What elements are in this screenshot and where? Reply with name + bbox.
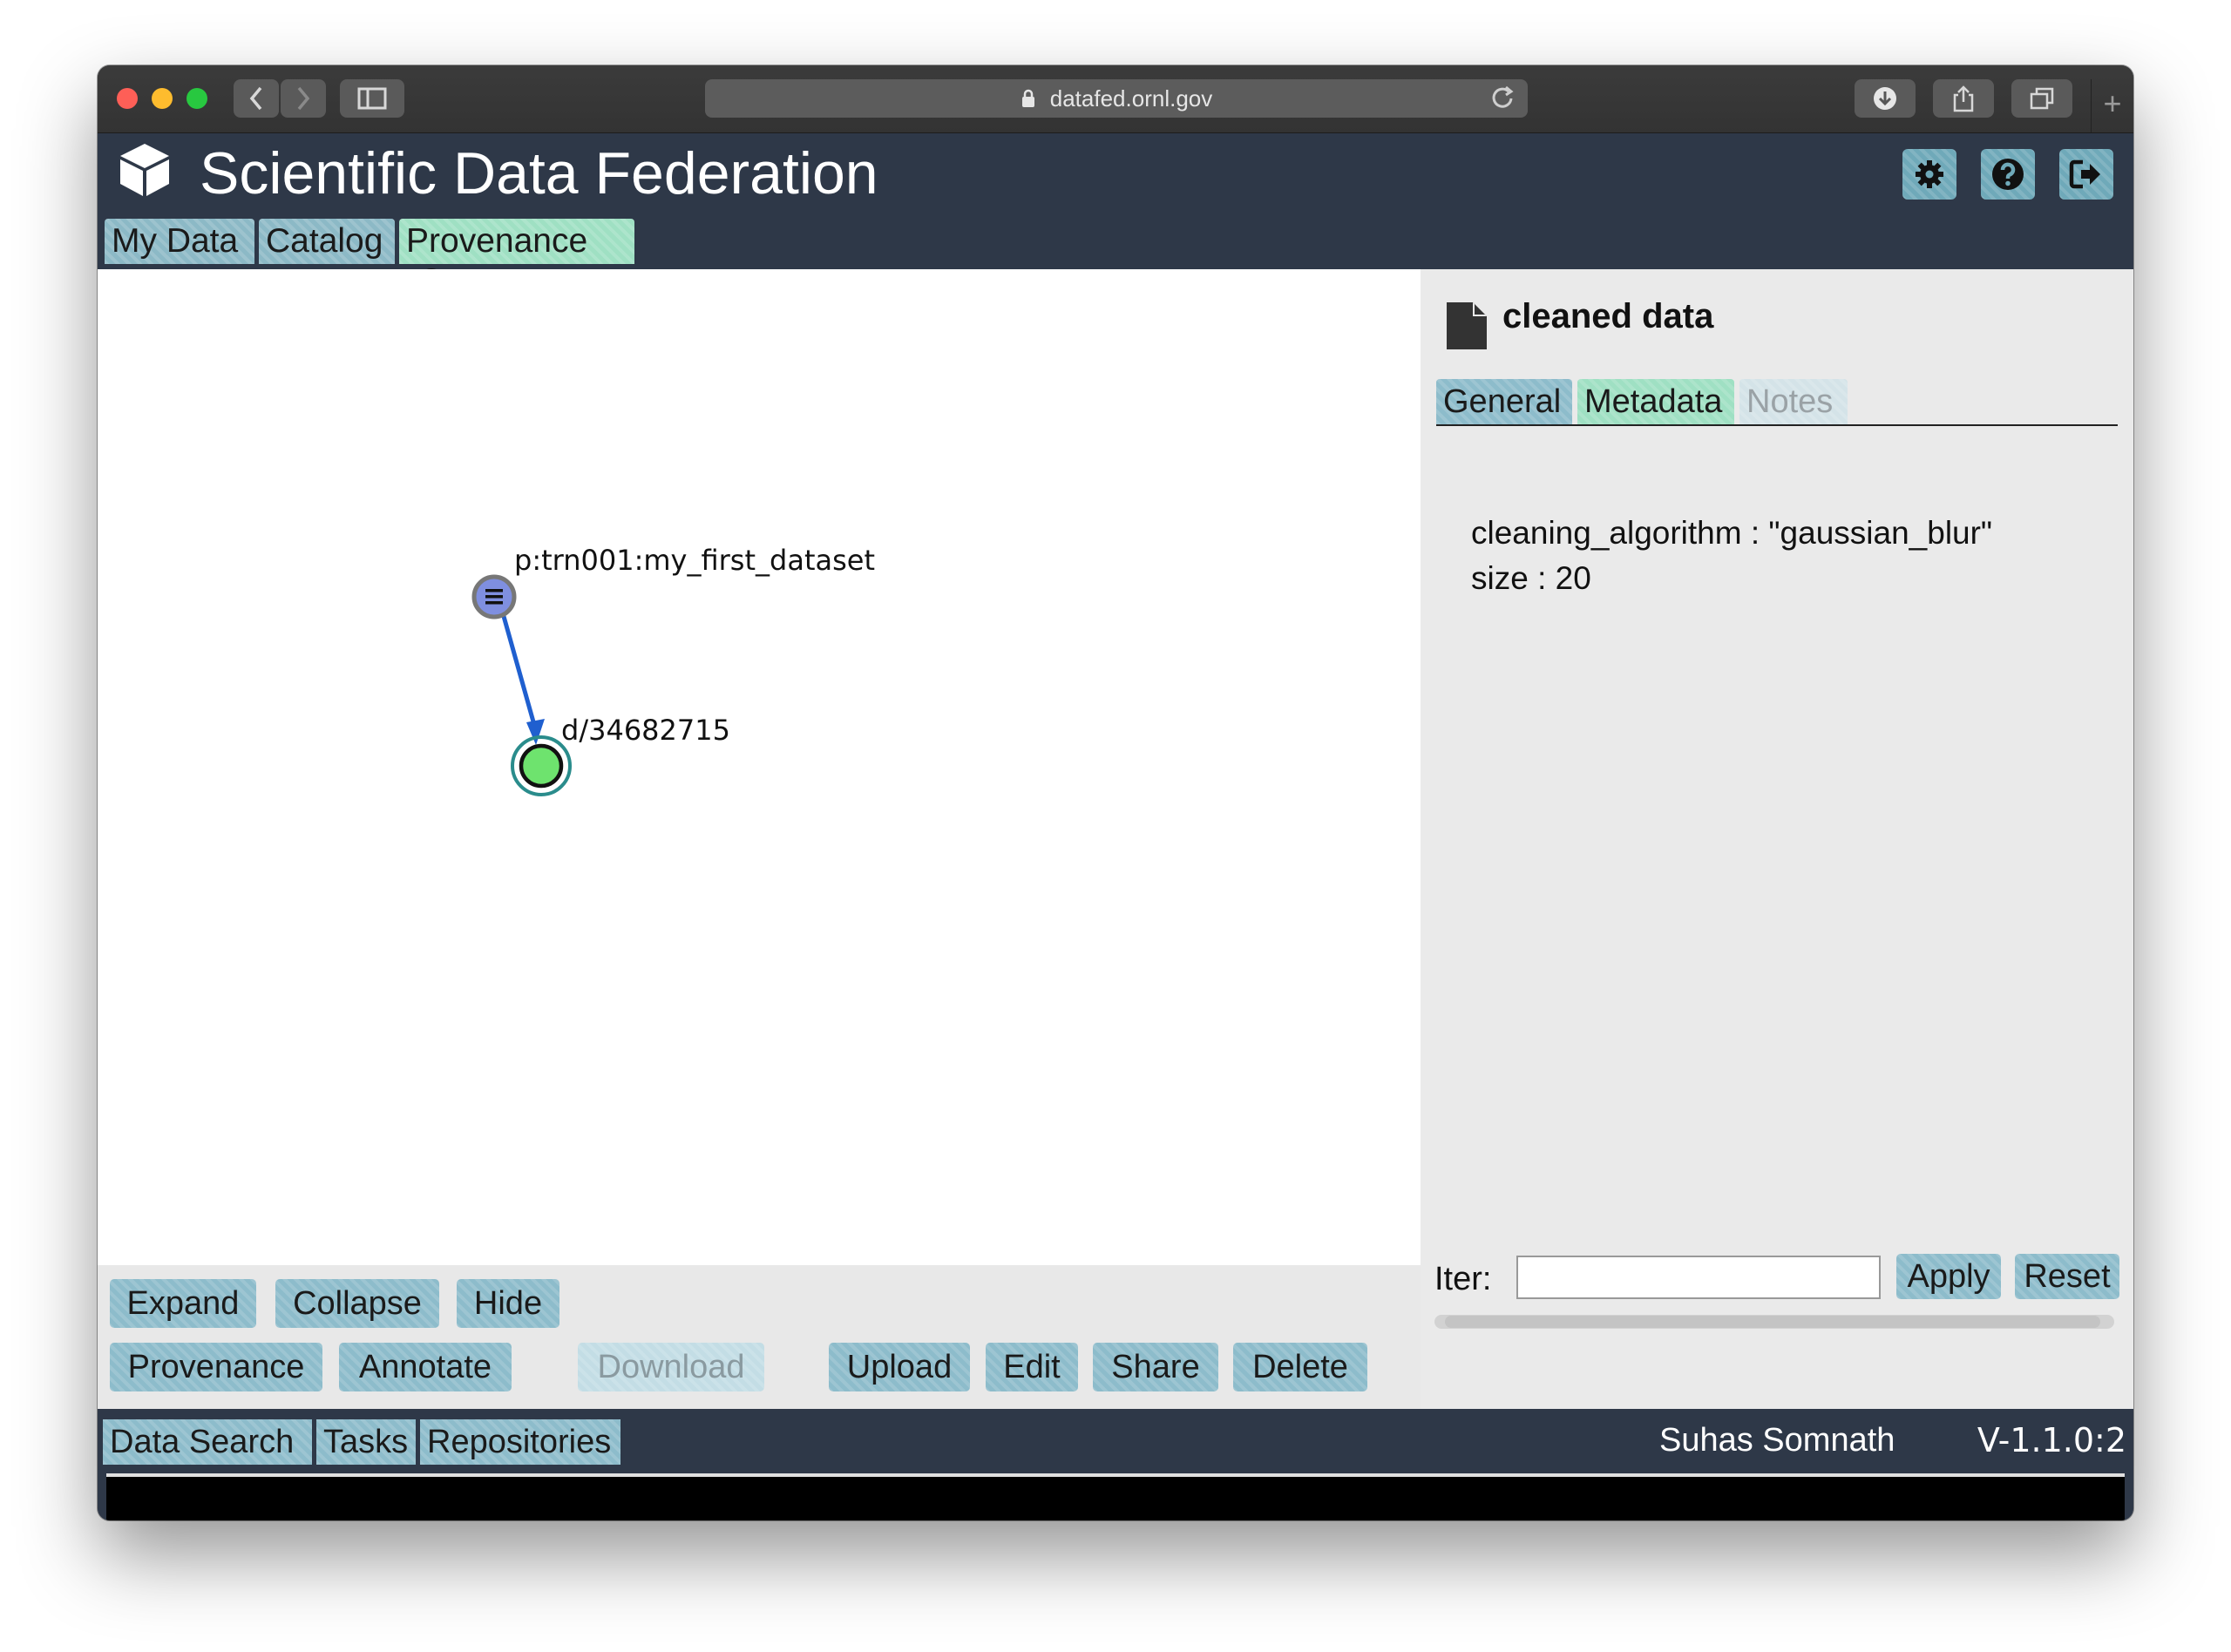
document-icon [1447,302,1487,349]
graph-canvas[interactable] [98,269,1421,1265]
lock-icon [1021,89,1034,107]
graph-node-collection[interactable] [471,574,517,620]
tab-label: Catalog [266,222,383,260]
graph-toolbar: Expand Collapse Hide Provenance Annotate… [98,1265,1421,1409]
record-title: cleaned data [1502,297,1714,335]
metadata-line: size : 20 [1471,560,1591,596]
tab-general[interactable]: General [1436,379,1572,424]
tab-label: My Data [112,222,239,260]
collapse-button[interactable]: Collapse [275,1279,439,1328]
download-icon[interactable] [1855,79,1916,118]
node-label: d/34682715 [561,714,730,747]
reset-button[interactable]: Reset [2015,1254,2119,1299]
browser-window: datafed.ornl.gov + Scientific Data Feder… [98,65,2133,1520]
tab-provenance[interactable]: Provenance✕ [399,219,634,298]
tab-repositories[interactable]: Repositories [420,1419,620,1465]
scrollbar-thumb[interactable] [1445,1316,2100,1328]
tabs-icon[interactable] [2011,79,2072,118]
tab-catalog[interactable]: Catalog [259,219,395,264]
provenance-button[interactable]: Provenance [110,1343,322,1391]
logout-icon [2069,159,2100,189]
chevron-left-icon[interactable] [234,79,279,118]
expand-button[interactable]: Expand [110,1279,256,1328]
tab-divider [1436,424,2118,426]
reload-icon[interactable] [1489,83,1516,114]
record-info-panel: cleaned data General Metadata Notes clea… [1421,269,2133,1409]
apply-button[interactable]: Apply [1896,1254,2001,1299]
share-button[interactable]: Share [1093,1343,1218,1391]
tab-metadata[interactable]: Metadata [1577,379,1734,424]
tab-label: Metadata [1584,383,1723,420]
tab-label: Provenance [406,222,588,260]
edit-button[interactable]: Edit [986,1343,1078,1391]
logout-button[interactable] [2059,149,2113,200]
browser-toolbar: datafed.ornl.gov + [98,65,2133,133]
zoom-window-button[interactable] [186,88,207,109]
tab-data-search[interactable]: Data Search [103,1419,312,1465]
download-button: Download [578,1343,764,1391]
tab-my-data[interactable]: My Data [105,219,254,264]
question-icon [1992,159,2024,190]
app-title: Scientific Data Federation [200,140,878,206]
user-name: Suhas Somnath [1659,1422,1895,1459]
tab-notes: Notes [1739,379,1848,424]
cube-icon [120,144,169,196]
share-icon[interactable] [1933,79,1994,118]
hide-button[interactable]: Hide [457,1279,559,1328]
node-label: p:trn001:my_first_dataset [514,544,875,577]
help-button[interactable] [1981,149,2035,200]
chevron-right-icon[interactable] [281,79,326,118]
version-label: V-1.1.0:2 [1977,1421,2126,1459]
tab-tasks[interactable]: Tasks [316,1419,416,1465]
close-window-button[interactable] [117,88,138,109]
app-footer: Data Search Tasks Repositories Suhas Som… [98,1409,2133,1520]
delete-button[interactable]: Delete [1233,1343,1367,1391]
metadata-line: cleaning_algorithm : "gaussian_blur" [1471,515,1993,551]
graph-edge [496,597,539,732]
upload-button[interactable]: Upload [829,1343,970,1391]
provenance-graph[interactable]: p:trn001:my_first_dataset d/34682715 [98,269,1421,1265]
tab-label: General [1443,383,1562,420]
sidebar-icon[interactable] [340,79,404,118]
url-text: datafed.ornl.gov [1049,85,1213,112]
tab-label: Notes [1746,383,1834,420]
iter-input[interactable] [1516,1256,1881,1299]
settings-button[interactable] [1902,149,1956,200]
minimize-window-button[interactable] [152,88,173,109]
address-bar[interactable]: datafed.ornl.gov [705,79,1528,118]
status-console [106,1473,2125,1520]
iter-label: Iter: [1434,1261,1492,1297]
plus-icon[interactable]: + [2091,79,2133,132]
annotate-button[interactable]: Annotate [339,1343,512,1391]
gear-icon [1916,160,1943,188]
